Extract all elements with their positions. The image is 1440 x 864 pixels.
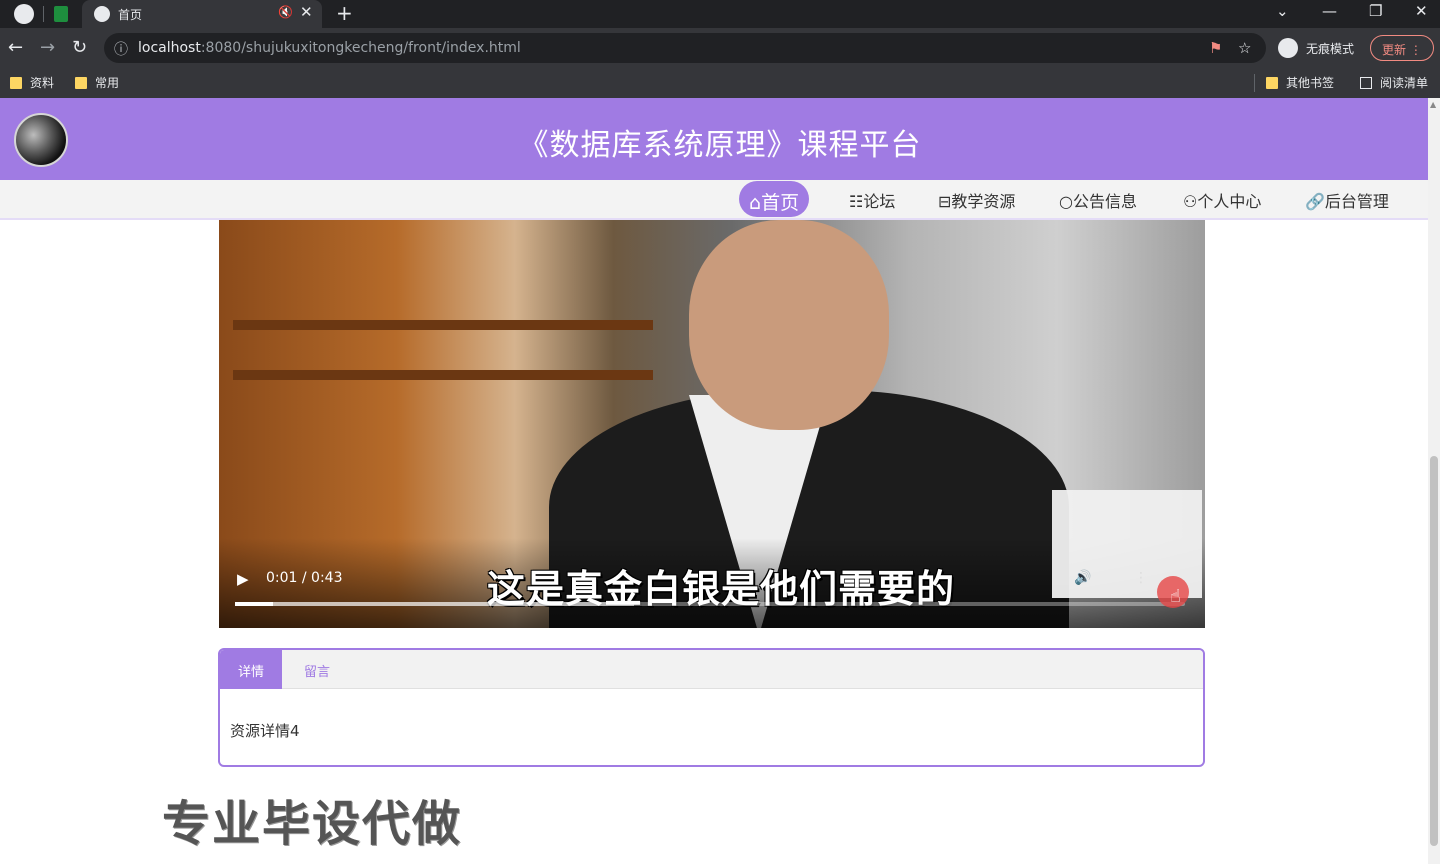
tab-comments[interactable]: 留言 — [286, 650, 348, 689]
bookmarks-bar: 资料 常用 其他书签 阅读清单 — [0, 68, 1440, 98]
tab-details[interactable]: 详情 — [220, 650, 283, 689]
page-scrollbar[interactable]: ▲ — [1428, 98, 1440, 864]
address-bar[interactable]: ⓘ localhost:8080/shujukuxitongkecheng/fr… — [104, 33, 1266, 63]
video-buffer-bar — [235, 602, 634, 606]
back-icon[interactable]: ← — [8, 37, 23, 58]
more-options-icon[interactable]: ⋮ — [1134, 570, 1148, 586]
resource-detail-text: 资源详情4 — [230, 722, 300, 740]
update-button[interactable]: 更新 ⋮ — [1370, 35, 1434, 61]
video-player[interactable]: ▶ 0:01 / 0:43 这是真金白银是他们需要的 🔊 ⋮ ☝ — [219, 220, 1205, 628]
video-person-head — [689, 220, 889, 430]
nav-personal-center[interactable]: ⚇个人中心 — [1183, 188, 1261, 212]
scroll-up-icon[interactable]: ▲ — [1430, 100, 1436, 109]
site-info-icon[interactable]: ⓘ — [114, 39, 128, 59]
reading-list-icon — [1360, 76, 1372, 89]
user-icon: ⚇ — [1183, 192, 1198, 211]
link-icon: 🔗 — [1305, 192, 1325, 211]
watermark-text: 专业毕设代做 — [162, 796, 463, 852]
bookshelf-graphic — [233, 320, 653, 330]
folder-icon — [1266, 76, 1278, 89]
site-title: 《数据库系统原理》课程平台 — [518, 128, 922, 163]
site-header: 《数据库系统原理》课程平台 — [0, 98, 1428, 180]
url-text[interactable]: localhost:8080/shujukuxitongkecheng/fron… — [138, 40, 521, 56]
translate-icon[interactable]: ⚑ — [1209, 39, 1222, 57]
bookmark-folder-ziliao[interactable]: 资料 — [10, 74, 54, 91]
nav-announcements[interactable]: ○公告信息 — [1059, 188, 1137, 212]
video-time: 0:01 / 0:43 — [266, 570, 343, 586]
browser-tab-active[interactable]: 首页 🔇 ✕ — [82, 0, 322, 28]
tab-title: 首页 — [118, 8, 143, 22]
incognito-icon[interactable] — [1278, 38, 1298, 58]
pinned-tab-sheets-icon[interactable] — [54, 6, 68, 22]
folder-icon — [75, 76, 87, 89]
scroll-thumb[interactable] — [1430, 456, 1438, 846]
resource-detail-panel: 详情 留言 资源详情4 — [218, 648, 1205, 767]
close-window-icon[interactable]: ✕ — [1415, 2, 1428, 20]
browser-menu-icon[interactable] — [14, 4, 34, 24]
play-icon[interactable]: ▶ — [237, 570, 249, 588]
hand-cursor-icon: ☝ — [1170, 586, 1181, 607]
page-viewport: 《数据库系统原理》课程平台 ⌂首页 ☷论坛 ⊟教学资源 ○公告信息 ⚇个人中心 … — [0, 98, 1440, 864]
nav-forum[interactable]: ☷论坛 — [849, 188, 895, 212]
main-nav: ⌂首页 ☷论坛 ⊟教学资源 ○公告信息 ⚇个人中心 🔗后台管理 — [0, 180, 1428, 220]
bookmark-folder-changyong[interactable]: 常用 — [75, 74, 119, 91]
minimize-icon[interactable]: — — [1322, 2, 1337, 20]
home-icon: ⌂ — [749, 192, 762, 214]
nav-teaching-resources[interactable]: ⊟教学资源 — [938, 188, 1015, 212]
globe-icon — [94, 6, 110, 22]
tab-search-icon[interactable]: ⌄ — [1276, 2, 1289, 20]
volume-icon[interactable]: 🔊 — [1074, 570, 1091, 586]
detail-tabs: 详情 留言 — [220, 650, 1203, 689]
tab-divider — [43, 6, 44, 22]
notice-icon: ○ — [1059, 192, 1073, 211]
other-bookmarks[interactable]: 其他书签 — [1266, 74, 1334, 91]
address-toolbar: ← → ↻ ⓘ localhost:8080/shujukuxitongkech… — [0, 28, 1440, 68]
close-tab-icon[interactable]: ✕ — [300, 3, 313, 21]
nav-admin[interactable]: 🔗后台管理 — [1305, 188, 1389, 212]
reload-icon[interactable]: ↻ — [72, 37, 87, 58]
incognito-label[interactable]: 无痕模式 — [1306, 40, 1354, 57]
bookmark-divider — [1254, 74, 1255, 92]
resources-icon: ⊟ — [938, 192, 952, 211]
bookmark-star-icon[interactable]: ☆ — [1238, 39, 1251, 57]
forward-icon[interactable]: → — [40, 37, 55, 58]
new-tab-icon[interactable]: + — [336, 1, 353, 25]
forum-icon: ☷ — [849, 192, 864, 211]
video-progress-bar[interactable] — [235, 602, 1185, 606]
restore-icon[interactable]: ❐ — [1369, 2, 1382, 20]
nav-home[interactable]: ⌂首页 — [739, 181, 810, 217]
video-progress-fill — [235, 602, 273, 606]
reading-list[interactable]: 阅读清单 — [1360, 74, 1428, 91]
folder-icon — [10, 76, 22, 89]
browser-tab-strip: 首页 🔇 ✕ + ⌄ — ❐ ✕ — [0, 0, 1440, 28]
mute-tab-icon[interactable]: 🔇 — [278, 5, 293, 19]
bookshelf-graphic — [233, 370, 653, 380]
